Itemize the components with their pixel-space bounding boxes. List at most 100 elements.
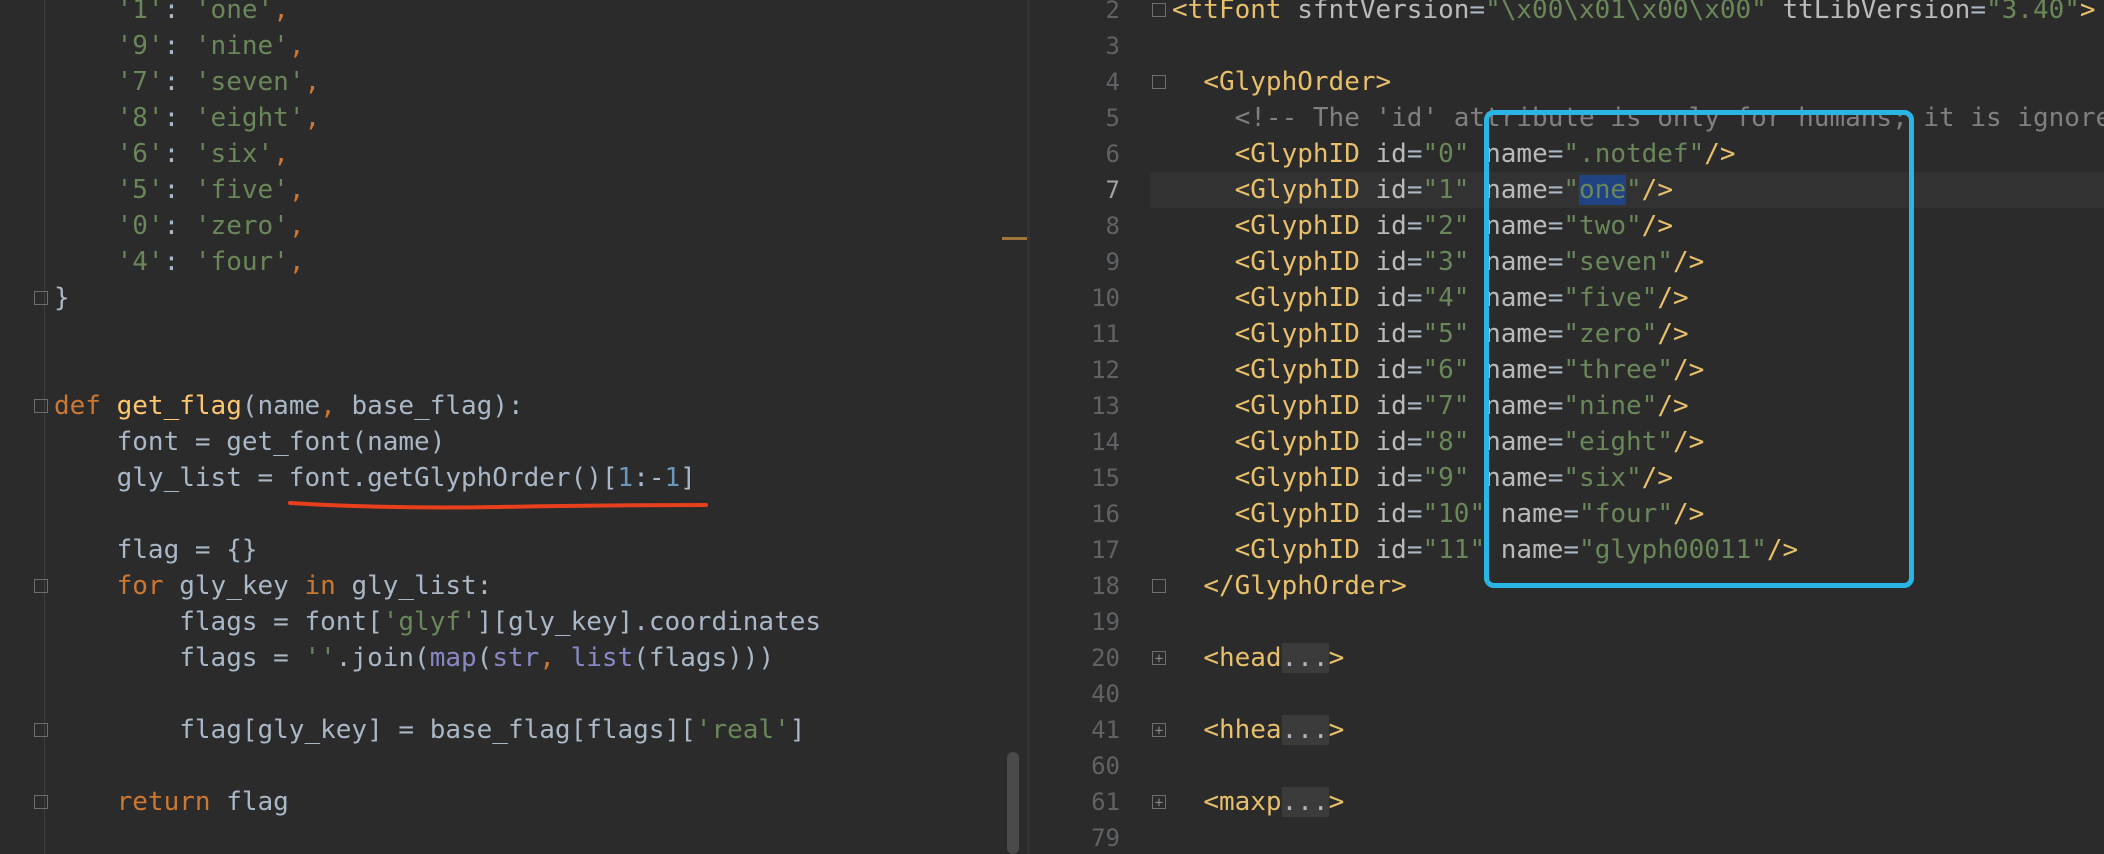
- fold-marker-icon[interactable]: [34, 795, 48, 809]
- fold-marker-icon[interactable]: [1152, 3, 1166, 17]
- code-token: <GlyphID: [1234, 247, 1376, 277]
- code-token: '8': [116, 103, 164, 133]
- code-token: ,: [288, 211, 305, 241]
- code-line[interactable]: '4': 'four',: [54, 244, 305, 280]
- fold-marker-icon[interactable]: [1152, 75, 1166, 89]
- code-token: <GlyphID: [1234, 463, 1376, 493]
- fold-marker-icon[interactable]: [34, 723, 48, 737]
- code-token: base_flag):: [351, 391, 524, 421]
- code-token: <head: [1203, 643, 1282, 673]
- code-token: <GlyphID: [1234, 427, 1376, 457]
- code-line[interactable]: <ttFont sfntVersion="\x00\x01\x00\x00" t…: [1172, 0, 2096, 28]
- code-token: return: [116, 787, 227, 817]
- code-token: gly_key: [179, 571, 305, 601]
- line-number: 18: [1091, 572, 1120, 600]
- fold-marker-icon[interactable]: [34, 399, 48, 413]
- code-line[interactable]: <maxp...>: [1172, 784, 1344, 820]
- code-line[interactable]: flags = ''.join(map(str, list(flags))): [54, 640, 774, 676]
- left-code-editor[interactable]: '1': 'one', '9': 'nine', '7': 'seven', '…: [0, 0, 1030, 854]
- code-line[interactable]: '8': 'eight',: [54, 100, 321, 136]
- code-token: "3": [1422, 247, 1486, 277]
- fold-marker-icon[interactable]: +: [1152, 723, 1166, 738]
- line-number: 6: [1105, 140, 1120, 168]
- code-token: flags =: [179, 643, 305, 673]
- code-line[interactable]: '9': 'nine',: [54, 28, 305, 64]
- code-token: :: [163, 0, 195, 25]
- code-line[interactable]: flag = {}: [54, 532, 258, 568]
- code-line[interactable]: }: [54, 280, 70, 316]
- code-token: =: [1406, 355, 1423, 385]
- code-token: "4": [1422, 283, 1486, 313]
- code-line[interactable]: '1': 'one',: [54, 0, 289, 28]
- code-line[interactable]: '5': 'five',: [54, 172, 305, 208]
- code-token: '7': [116, 67, 164, 97]
- code-token: ...: [1281, 715, 1329, 745]
- code-line[interactable]: </GlyphOrder>: [1172, 568, 1407, 604]
- code-line[interactable]: font = get_font(name): [54, 424, 446, 460]
- code-line[interactable]: '7': 'seven',: [54, 64, 321, 100]
- code-line[interactable]: <head...>: [1172, 640, 1344, 676]
- vertical-scrollbar[interactable]: [1007, 752, 1019, 854]
- fold-marker-icon[interactable]: [34, 579, 48, 593]
- code-token: ...: [1281, 643, 1329, 673]
- code-token: 'seven': [194, 67, 305, 97]
- code-token: ][gly_key].coordinates: [476, 607, 822, 637]
- code-token: gly_list:: [351, 571, 493, 601]
- code-token: id: [1375, 463, 1407, 493]
- change-marker: [1002, 237, 1030, 240]
- code-token: ,: [288, 31, 305, 61]
- fold-marker-icon[interactable]: [1152, 579, 1166, 593]
- code-token: flag[gly_key] = base_flag[flags][: [179, 715, 696, 745]
- code-token: =: [1406, 319, 1423, 349]
- code-token: :: [163, 247, 195, 277]
- fold-marker-icon[interactable]: +: [1152, 795, 1166, 810]
- line-number: 40: [1091, 680, 1120, 708]
- code-line[interactable]: <hhea...>: [1172, 712, 1344, 748]
- code-token: =: [1406, 139, 1423, 169]
- fold-marker-icon[interactable]: +: [1152, 651, 1166, 666]
- code-token: <GlyphID: [1234, 175, 1376, 205]
- code-line[interactable]: flag[gly_key] = base_flag[flags]['real']: [54, 712, 805, 748]
- code-token: def: [54, 391, 117, 421]
- code-line[interactable]: '6': 'six',: [54, 136, 289, 172]
- code-token: id: [1375, 499, 1407, 529]
- code-line[interactable]: def get_flag(name, base_flag):: [54, 388, 524, 424]
- code-token: id: [1375, 427, 1407, 457]
- code-token: =: [1406, 535, 1423, 565]
- line-number: 60: [1091, 752, 1120, 780]
- code-token: :: [163, 139, 195, 169]
- code-token: <GlyphID: [1234, 391, 1376, 421]
- code-token: 'four': [194, 247, 289, 277]
- fold-marker-icon[interactable]: [34, 291, 48, 305]
- code-line[interactable]: gly_list = font.getGlyphOrder()[1:-1]: [54, 460, 696, 496]
- code-line[interactable]: flags = font['glyf'][gly_key].coordinate…: [54, 604, 821, 640]
- code-token: <hhea: [1203, 715, 1282, 745]
- code-line[interactable]: for gly_key in gly_list:: [54, 568, 493, 604]
- code-token: "6": [1422, 355, 1486, 385]
- code-token: =: [1406, 499, 1423, 529]
- code-token: =: [1970, 0, 1986, 25]
- code-token: <maxp: [1203, 787, 1282, 817]
- line-number: 11: [1091, 320, 1120, 348]
- line-number: 8: [1105, 212, 1120, 240]
- code-line[interactable]: <GlyphOrder>: [1172, 64, 1391, 100]
- code-token: '9': [116, 31, 164, 61]
- code-token: >: [1328, 787, 1345, 817]
- code-token: gly_list = font.getGlyphOrder()[: [116, 463, 618, 493]
- code-token: "\x00\x01\x00\x00": [1485, 0, 1783, 25]
- code-token: 'zero': [194, 211, 289, 241]
- code-line[interactable]: '0': 'zero',: [54, 208, 305, 244]
- code-line[interactable]: return flag: [54, 784, 289, 820]
